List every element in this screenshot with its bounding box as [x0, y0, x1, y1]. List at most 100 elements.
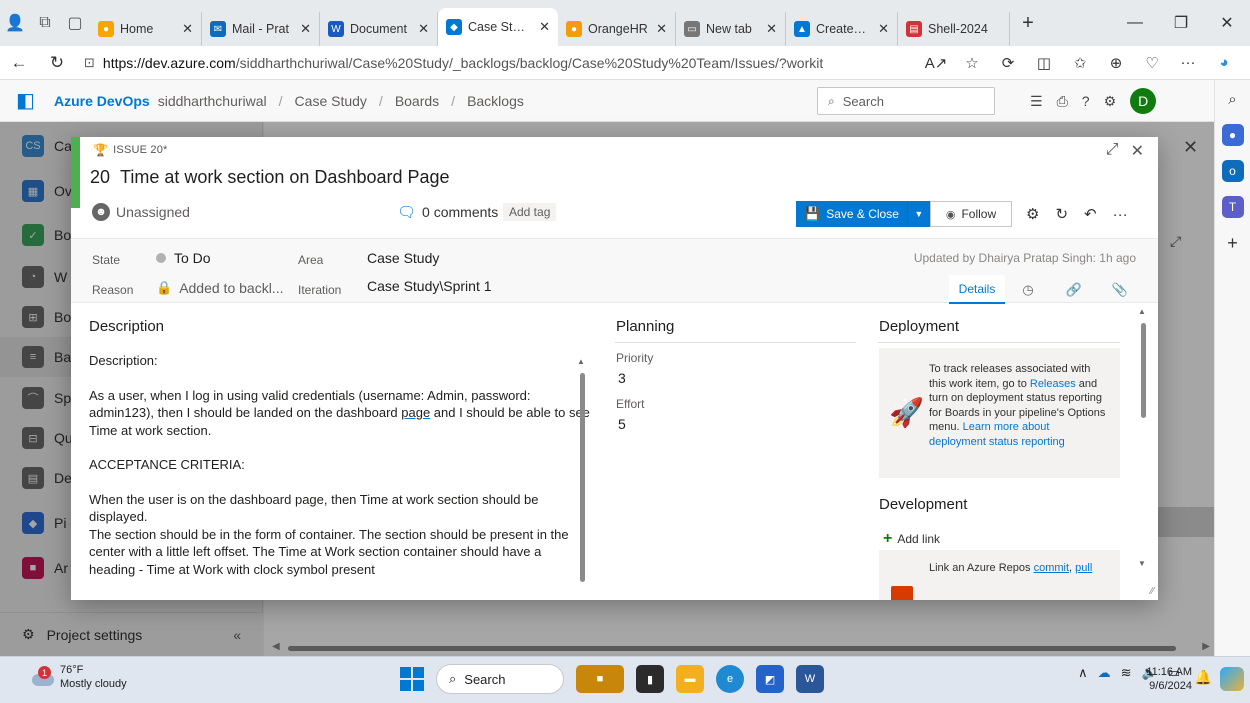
- close-tab-icon[interactable]: ✕: [656, 21, 667, 37]
- collections-icon[interactable]: ⊕: [1098, 54, 1134, 72]
- close-tab-icon[interactable]: ✕: [418, 21, 429, 37]
- store-icon[interactable]: ◩: [756, 665, 784, 693]
- scroll-up-icon[interactable]: ▲: [1138, 307, 1146, 316]
- favorite-star-icon[interactable]: ☆: [954, 54, 990, 72]
- add-tag-button[interactable]: Add tag: [503, 203, 557, 221]
- state-dropdown[interactable]: To Do: [156, 250, 211, 266]
- breadcrumb-backlogs[interactable]: Backlogs: [467, 93, 524, 109]
- brand-name[interactable]: Azure DevOps: [54, 93, 150, 109]
- work-app-icon[interactable]: ■: [576, 665, 624, 693]
- browser-tab[interactable]: ▲ CreateVm ✕: [786, 12, 898, 46]
- breadcrumb-project[interactable]: Case Study: [295, 93, 367, 109]
- resize-handle-icon[interactable]: ⁄⁄: [1151, 586, 1154, 597]
- browser-essentials-icon[interactable]: ♡: [1134, 54, 1170, 72]
- word-icon[interactable]: W: [796, 665, 824, 693]
- save-close-button[interactable]: 💾 Save & Close: [796, 201, 908, 227]
- browser-tab[interactable]: ▤ Shell-2024: [898, 12, 1010, 46]
- close-dialog-icon[interactable]: ✕: [1131, 141, 1144, 161]
- breadcrumb-boards[interactable]: Boards: [395, 93, 439, 109]
- history-icon[interactable]: ◷: [1005, 275, 1051, 304]
- ado-search-input[interactable]: ⌕ Search: [817, 87, 995, 115]
- close-tab-icon[interactable]: ✕: [539, 19, 550, 35]
- commit-link[interactable]: commit: [1034, 562, 1069, 574]
- scroll-down-icon[interactable]: ▼: [1138, 559, 1146, 568]
- priority-field[interactable]: 3: [618, 370, 626, 386]
- links-icon[interactable]: 🔗: [1051, 275, 1097, 304]
- browser-tab[interactable]: ✉ Mail - Prat ✕: [202, 12, 320, 46]
- browser-tab[interactable]: ● Home ✕: [90, 12, 202, 46]
- url-field[interactable]: ⊡ https://dev.azure.com/siddharthchuriwa…: [76, 49, 831, 77]
- notification-bell-icon[interactable]: 🔔: [1195, 669, 1212, 686]
- copilot-icon[interactable]: ◕: [1206, 54, 1242, 71]
- browser-tab[interactable]: ● OrangeHR ✕: [558, 12, 676, 46]
- iteration-field[interactable]: Case Study\Sprint 1: [367, 278, 492, 294]
- wifi-icon[interactable]: ≋: [1121, 665, 1132, 681]
- copilot-taskbar-icon[interactable]: [1220, 667, 1244, 691]
- work-item-title[interactable]: 20 Time at work section on Dashboard Page: [90, 167, 450, 188]
- read-aloud-icon[interactable]: A↗: [918, 54, 954, 72]
- task-view-icon[interactable]: ▮: [636, 665, 664, 693]
- marketplace-icon[interactable]: ⎙: [1057, 93, 1068, 110]
- description-editor[interactable]: Description: As a user, when I log in us…: [89, 352, 591, 600]
- task-list-icon[interactable]: ☰: [1030, 93, 1043, 110]
- tray-overflow-icon[interactable]: ∧: [1078, 665, 1088, 681]
- taskbar-clock[interactable]: 11:16 AM 9/6/2024: [1146, 665, 1192, 693]
- favorites-icon[interactable]: ✩: [1062, 54, 1098, 72]
- restore-icon[interactable]: ❐: [1158, 13, 1204, 33]
- save-options-chevron-icon[interactable]: ▼: [908, 201, 930, 227]
- refresh-work-item-icon[interactable]: ↻: [1055, 205, 1068, 223]
- close-tab-icon[interactable]: ✕: [766, 21, 777, 37]
- azure-devops-logo-icon[interactable]: ◧: [16, 88, 42, 114]
- comments-link[interactable]: 🗨 0 comments: [397, 203, 498, 221]
- settings-gear-icon[interactable]: ⚙: [1026, 205, 1039, 223]
- taskbar-search[interactable]: ⌕ Search: [436, 664, 564, 694]
- refresh-icon[interactable]: ↻: [38, 53, 76, 73]
- file-explorer-icon[interactable]: ▬: [676, 665, 704, 693]
- browser-tab[interactable]: ▭ New tab ✕: [676, 12, 786, 46]
- effort-field[interactable]: 5: [618, 416, 626, 432]
- teams-icon[interactable]: T: [1221, 196, 1244, 218]
- close-tab-icon[interactable]: ✕: [300, 21, 311, 37]
- updated-by-text[interactable]: Updated by Dhairya Pratap Singh: 1h ago: [914, 251, 1136, 265]
- undo-icon[interactable]: ↶: [1084, 205, 1097, 223]
- outlook-icon[interactable]: o: [1221, 160, 1244, 182]
- breadcrumb-org[interactable]: siddharthchuriwal: [158, 93, 267, 109]
- profile-icon[interactable]: 👤: [0, 0, 30, 46]
- browser-tab[interactable]: ◆ Case Study ✕: [438, 8, 558, 46]
- help-icon[interactable]: ?: [1082, 93, 1090, 109]
- tab-actions-icon[interactable]: ▢: [60, 0, 90, 46]
- shopping-icon[interactable]: ●: [1221, 124, 1244, 146]
- user-avatar[interactable]: D: [1130, 88, 1157, 114]
- back-icon[interactable]: ←: [0, 53, 38, 73]
- add-sidebar-app-icon[interactable]: +: [1222, 232, 1244, 254]
- new-tab-button[interactable]: +: [1010, 12, 1046, 35]
- fullscreen-icon[interactable]: ⤢: [1106, 141, 1119, 161]
- site-info-icon[interactable]: ⊡: [84, 55, 95, 71]
- more-menu-icon[interactable]: ···: [1170, 54, 1206, 71]
- area-field[interactable]: Case Study: [367, 250, 439, 266]
- close-tab-icon[interactable]: ✕: [182, 21, 193, 37]
- windows-start-icon[interactable]: [400, 667, 424, 691]
- attachment-icon[interactable]: 📎: [1097, 275, 1143, 304]
- user-settings-icon[interactable]: ⚙: [1104, 93, 1117, 110]
- close-tab-icon[interactable]: ✕: [878, 21, 889, 37]
- tab-details[interactable]: Details: [949, 275, 1005, 304]
- right-panel-scrollbar[interactable]: ▲ ▼: [1138, 307, 1150, 597]
- search-sidebar-icon[interactable]: ⌕: [1222, 88, 1244, 110]
- description-scrollbar[interactable]: ▲: [577, 357, 589, 582]
- add-link-button[interactable]: + Add link: [883, 530, 940, 548]
- workspaces-icon[interactable]: ⧉: [30, 0, 60, 46]
- follow-button[interactable]: ◉ Follow: [930, 201, 1012, 227]
- onedrive-icon[interactable]: ☁: [1098, 665, 1111, 681]
- scroll-up-icon[interactable]: ▲: [577, 357, 585, 366]
- pull-link[interactable]: pull: [1075, 562, 1092, 574]
- releases-link[interactable]: Releases: [1030, 378, 1076, 390]
- edge-icon[interactable]: e: [716, 665, 744, 693]
- weather-widget[interactable]: 1 76°F Mostly cloudy: [32, 663, 127, 691]
- split-screen-icon[interactable]: ◫: [1026, 54, 1062, 72]
- minimize-icon[interactable]: —: [1112, 14, 1158, 32]
- close-window-icon[interactable]: ✕: [1204, 13, 1250, 33]
- extensions-icon[interactable]: ⟳: [990, 54, 1026, 72]
- assigned-to-field[interactable]: ☻ Unassigned: [92, 203, 190, 221]
- browser-tab[interactable]: W Document ✕: [320, 12, 438, 46]
